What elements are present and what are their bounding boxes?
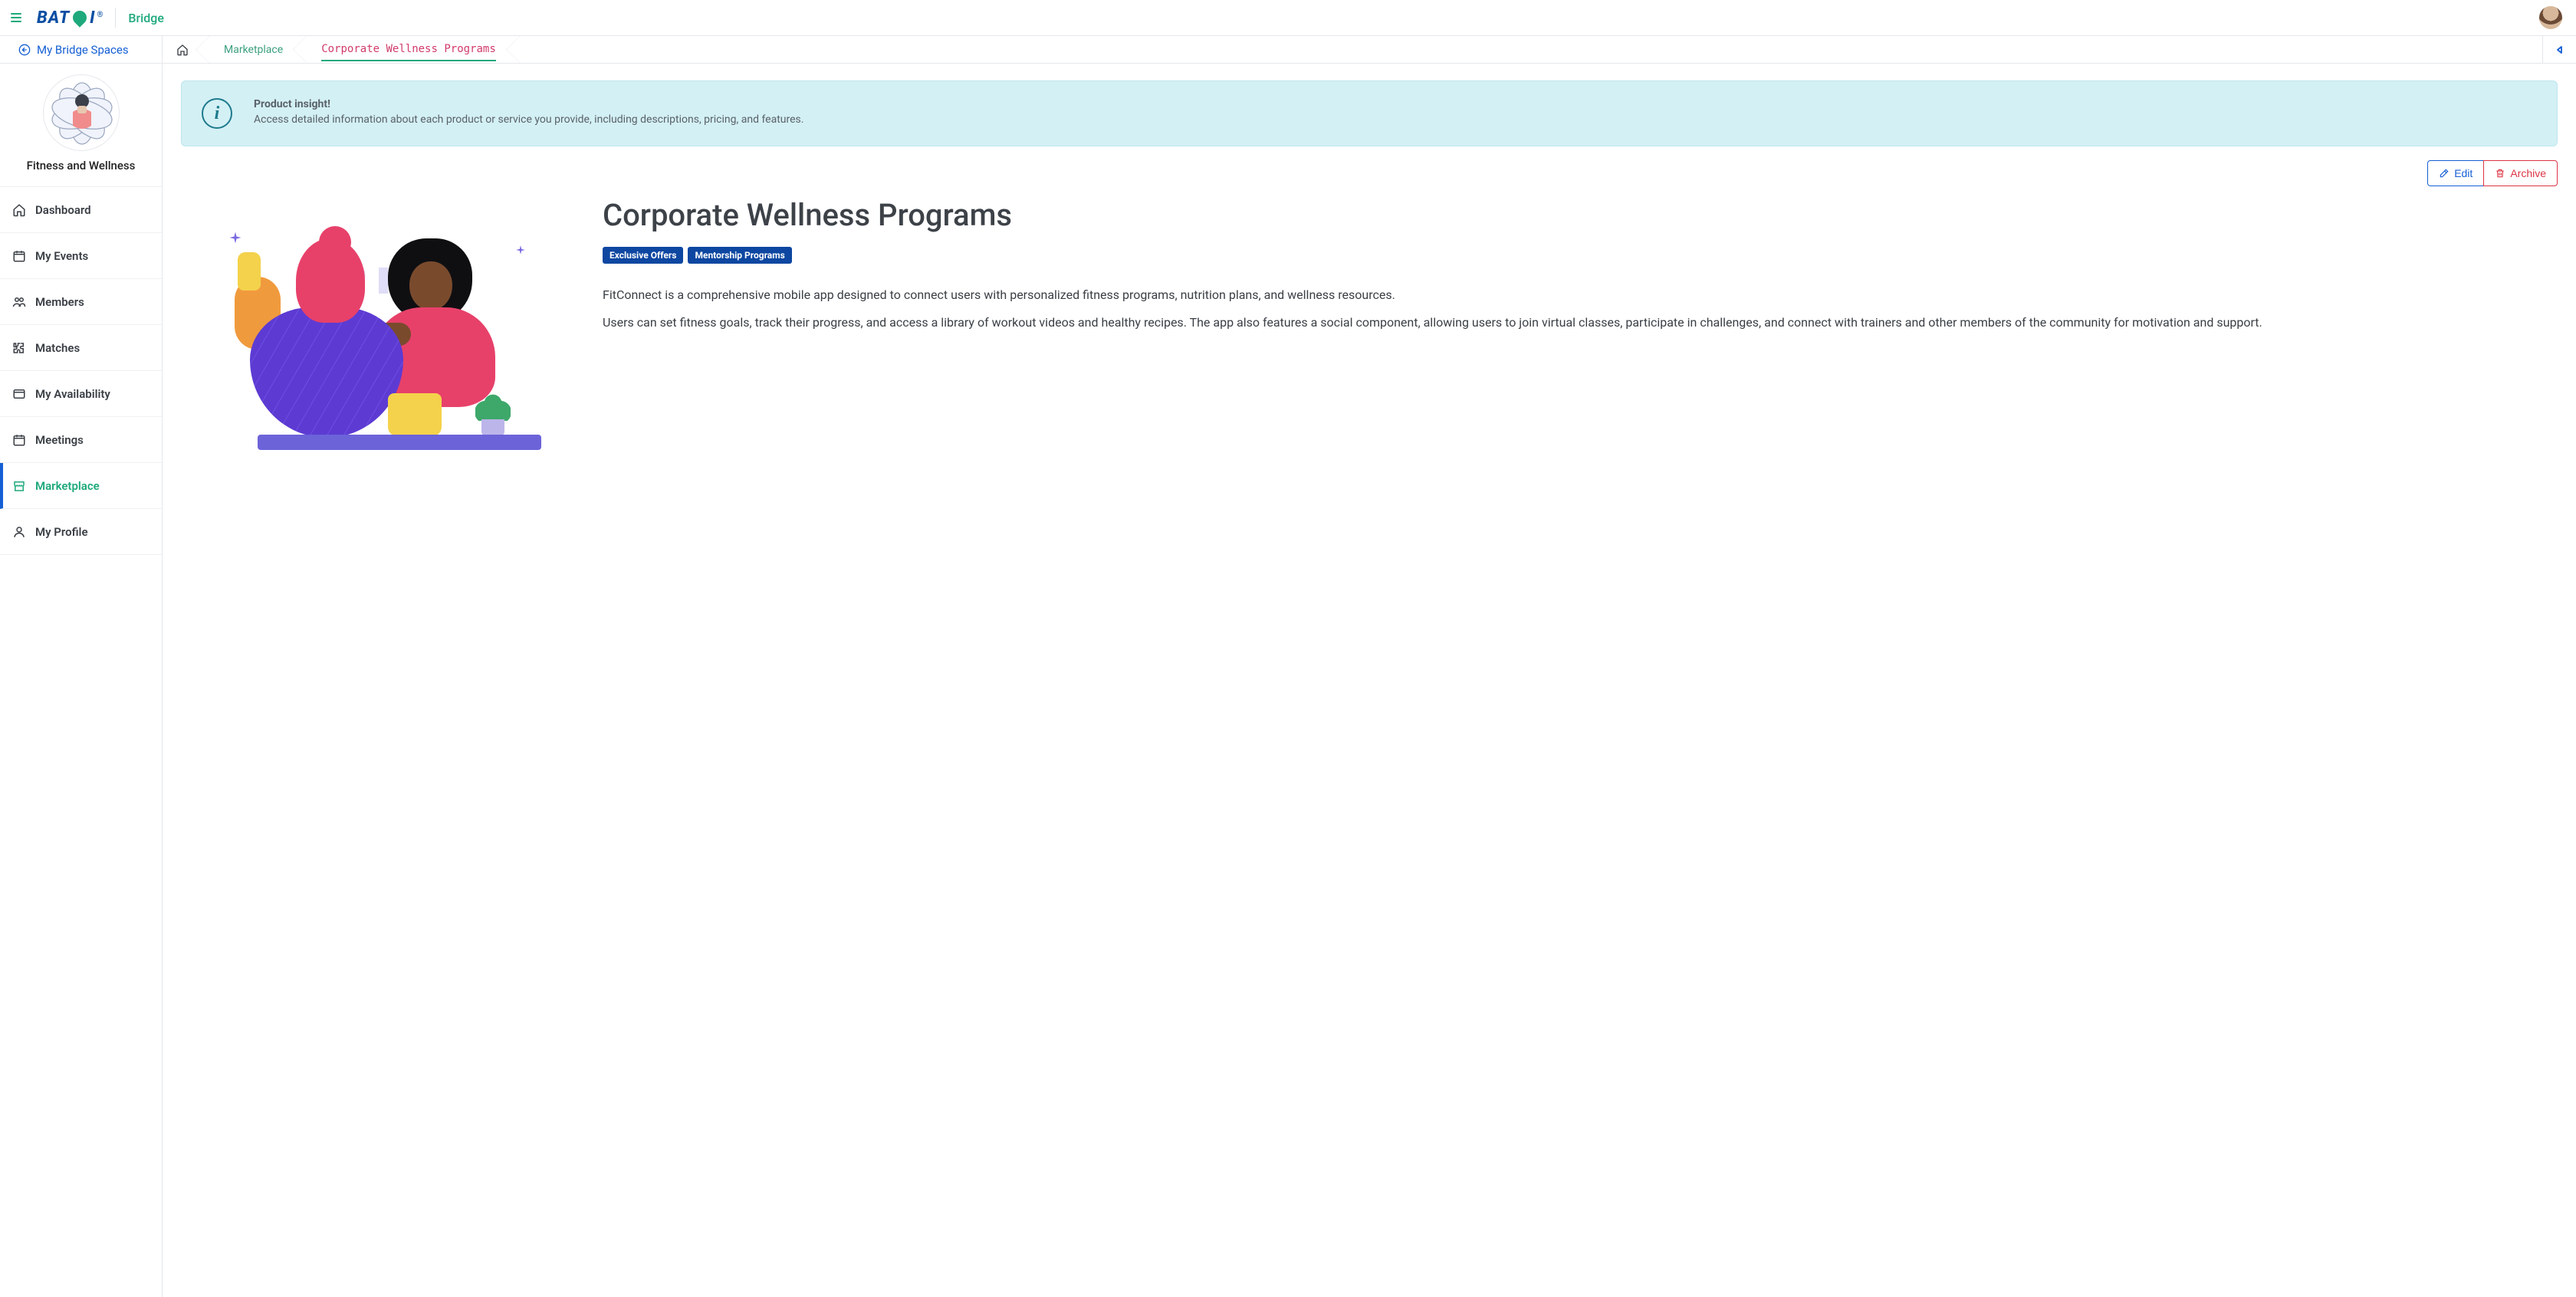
breadcrumb-current[interactable]: Corporate Wellness Programs (300, 36, 513, 63)
space-card: Fitness and Wellness (0, 64, 162, 186)
sidebar-item-label: Matches (35, 341, 80, 355)
description-paragraph: Users can set fitness goals, track their… (603, 311, 2558, 334)
sidebar-item-dashboard[interactable]: Dashboard (0, 187, 162, 233)
product-illustration (196, 197, 549, 473)
action-bar: Edit Archive (181, 160, 2558, 186)
info-banner: i Product insight! Access detailed infor… (181, 80, 2558, 146)
banner-text: Access detailed information about each p… (254, 113, 803, 126)
panel-toggle-button[interactable] (2542, 36, 2576, 63)
sidebar-item-label: Members (35, 295, 84, 309)
breadcrumb-home[interactable] (163, 36, 202, 63)
sidebar: Fitness and Wellness Dashboard My Events… (0, 64, 163, 1297)
product-detail: Corporate Wellness Programs Exclusive Of… (603, 197, 2558, 338)
menu-toggle-button[interactable] (8, 10, 23, 25)
home-icon (12, 203, 26, 217)
back-to-spaces-link[interactable]: My Bridge Spaces (0, 36, 163, 63)
main-content: i Product insight! Access detailed infor… (163, 64, 2576, 1297)
sidebar-item-label: My Availability (35, 387, 110, 401)
sidebar-item-label: Marketplace (35, 479, 100, 493)
arrow-left-circle-icon (18, 44, 31, 56)
space-avatar (43, 74, 120, 151)
badge-exclusive-offers: Exclusive Offers (603, 247, 683, 264)
sidebar-item-my-availability[interactable]: My Availability (0, 371, 162, 417)
brand-logo[interactable]: BAT I ® (37, 8, 103, 28)
calendar-icon (12, 249, 26, 263)
sidebar-item-label: Meetings (35, 433, 84, 447)
edit-button[interactable]: Edit (2427, 160, 2484, 186)
logo-text-right: I (90, 8, 95, 28)
info-icon: i (202, 98, 232, 129)
product-content: Corporate Wellness Programs Exclusive Of… (181, 197, 2558, 473)
archive-label: Archive (2510, 167, 2546, 179)
breadcrumb-marketplace[interactable]: Marketplace (202, 36, 300, 63)
logo-text-left: BAT (37, 8, 70, 28)
topbar-divider (115, 8, 116, 28)
topbar: BAT I ® Bridge (0, 0, 2576, 36)
home-icon (176, 44, 189, 56)
badge-list: Exclusive Offers Mentorship Programs (603, 247, 2558, 264)
storefront-icon (12, 479, 26, 493)
sidebar-item-marketplace[interactable]: Marketplace (0, 463, 162, 509)
edit-icon (2439, 168, 2450, 179)
sidebar-item-label: My Profile (35, 525, 88, 539)
sidebar-item-my-profile[interactable]: My Profile (0, 509, 162, 555)
sidebar-item-my-events[interactable]: My Events (0, 233, 162, 279)
product-name[interactable]: Bridge (128, 11, 164, 25)
edit-label: Edit (2454, 167, 2472, 179)
product-description: FitConnect is a comprehensive mobile app… (603, 284, 2558, 333)
sidebar-item-label: Dashboard (35, 203, 91, 217)
sidebar-item-meetings[interactable]: Meetings (0, 417, 162, 463)
sidebar-item-matches[interactable]: Matches (0, 325, 162, 371)
triangle-left-icon (2556, 46, 2564, 54)
badge-mentorship-programs: Mentorship Programs (688, 247, 791, 264)
banner-title: Product insight! (254, 98, 803, 110)
users-icon (12, 295, 26, 309)
layout: Fitness and Wellness Dashboard My Events… (0, 64, 2576, 1297)
sidebar-item-members[interactable]: Members (0, 279, 162, 325)
archive-button[interactable]: Archive (2483, 160, 2558, 186)
calendar-icon (12, 433, 26, 447)
window-icon (12, 387, 26, 401)
lotus-icon (44, 75, 120, 152)
breadcrumb-label: Corporate Wellness Programs (321, 38, 496, 61)
space-title: Fitness and Wellness (8, 159, 154, 172)
user-icon (12, 525, 26, 539)
breadcrumb-label: Marketplace (224, 44, 283, 56)
puzzle-icon (12, 341, 26, 355)
sidebar-item-label: My Events (35, 249, 88, 263)
back-label: My Bridge Spaces (37, 43, 129, 57)
breadcrumb: Marketplace Corporate Wellness Programs (163, 36, 2542, 63)
trash-icon (2495, 168, 2505, 179)
user-avatar[interactable] (2539, 6, 2562, 29)
leaf-icon (70, 8, 89, 27)
nav-list: Dashboard My Events Members Matches My A… (0, 186, 162, 555)
breadcrumb-bar: My Bridge Spaces Marketplace Corporate W… (0, 36, 2576, 64)
description-paragraph: FitConnect is a comprehensive mobile app… (603, 284, 2558, 307)
page-title: Corporate Wellness Programs (603, 197, 2558, 233)
registered-mark: ® (97, 11, 104, 19)
